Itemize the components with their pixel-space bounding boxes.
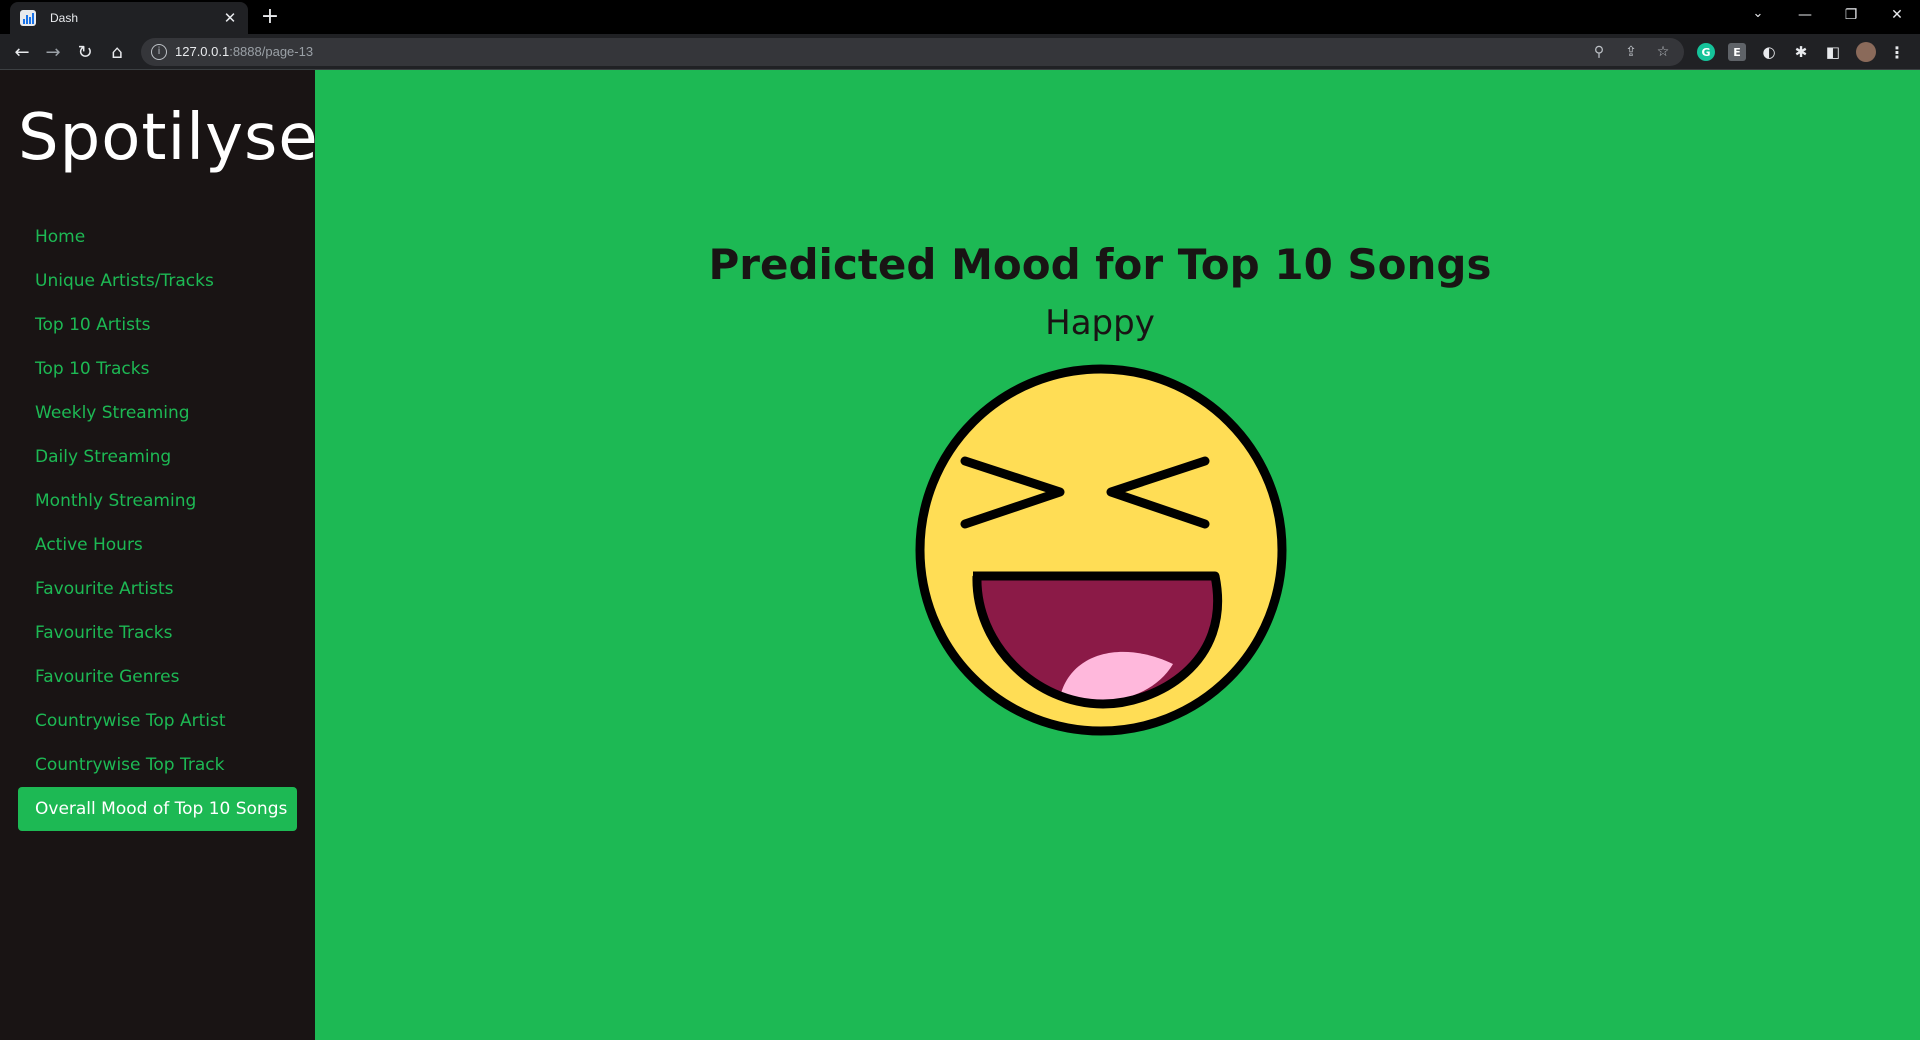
app-brand: Spotilyser	[18, 101, 346, 175]
sidebar-item-daily-streaming[interactable]: Daily Streaming	[18, 435, 297, 479]
sidebar-item-favourite-genres[interactable]: Favourite Genres	[18, 655, 297, 699]
new-tab-icon[interactable]: +	[258, 5, 282, 29]
bookmark-star-icon[interactable]: ☆	[1654, 43, 1672, 61]
sidebar-item-active-hours[interactable]: Active Hours	[18, 523, 297, 567]
extensions-puzzle-icon[interactable]: ✱	[1792, 43, 1810, 61]
main-content: Predicted Mood for Top 10 Songs Happy	[315, 70, 1920, 1040]
sidebar-item-top-10-tracks[interactable]: Top 10 Tracks	[18, 347, 297, 391]
browser-tab-strip: Dash ✕ + ⌄ — ❐ ✕	[0, 0, 1920, 34]
browser-menu-icon[interactable]: ⋮	[1888, 43, 1906, 62]
reload-icon[interactable]: ↻	[73, 40, 97, 64]
sidebar-item-countrywise-top-track[interactable]: Countrywise Top Track	[18, 743, 297, 787]
profile-avatar[interactable]	[1856, 42, 1876, 62]
sidebar-item-countrywise-top-artist[interactable]: Countrywise Top Artist	[18, 699, 297, 743]
sidebar-item-favourite-artists[interactable]: Favourite Artists	[18, 567, 297, 611]
address-bar[interactable]: i 127.0.0.1:8888/page-13 ⚲ ⇪ ☆	[141, 38, 1684, 66]
mood-label: Happy	[1045, 303, 1155, 343]
tab-search-icon[interactable]: ⌄	[1748, 6, 1768, 21]
forward-icon[interactable]: →	[41, 40, 65, 64]
browser-tab[interactable]: Dash ✕	[10, 2, 248, 34]
browser-toolbar: ← → ↻ ⌂ i 127.0.0.1:8888/page-13 ⚲ ⇪ ☆ G…	[0, 34, 1920, 70]
laughing-face-icon	[915, 364, 1287, 736]
sidebar: Spotilyser Home Unique Artists/Tracks Top …	[0, 70, 345, 1040]
sidebar-item-favourite-tracks[interactable]: Favourite Tracks	[18, 611, 297, 655]
sidebar-item-overall-mood-of-top-10-songs[interactable]: Overall Mood of Top 10 Songs	[18, 787, 297, 831]
sidebar-item-home[interactable]: Home	[18, 215, 297, 259]
site-info-icon[interactable]: i	[151, 44, 167, 60]
grammarly-extension-icon[interactable]: G	[1697, 43, 1715, 61]
window-close-icon[interactable]: ✕	[1874, 0, 1920, 30]
side-panel-icon[interactable]: ◧	[1824, 43, 1842, 61]
share-icon[interactable]: ⇪	[1622, 43, 1640, 61]
url-text: 127.0.0.1:8888/page-13	[175, 44, 314, 59]
sidebar-item-unique-artists-tracks[interactable]: Unique Artists/Tracks	[18, 259, 297, 303]
e-extension-icon[interactable]: E	[1728, 43, 1746, 61]
sidebar-item-monthly-streaming[interactable]: Monthly Streaming	[18, 479, 297, 523]
dash-favicon-icon	[20, 10, 36, 26]
tab-title: Dash	[50, 11, 79, 25]
back-icon[interactable]: ←	[10, 40, 34, 64]
home-icon[interactable]: ⌂	[105, 40, 129, 64]
sidebar-nav: Home Unique Artists/Tracks Top 10 Artists T…	[18, 215, 297, 831]
window-controls: — ❐ ✕	[1782, 0, 1920, 30]
minimize-icon[interactable]: —	[1782, 0, 1828, 30]
tab-close-icon[interactable]: ✕	[222, 9, 238, 27]
sidebar-item-top-10-artists[interactable]: Top 10 Artists	[18, 303, 297, 347]
zoom-icon[interactable]: ⚲	[1590, 43, 1608, 61]
restore-icon[interactable]: ❐	[1828, 0, 1874, 30]
dark-mode-extension-icon[interactable]: ◐	[1760, 43, 1778, 61]
page-title: Predicted Mood for Top 10 Songs	[708, 240, 1492, 289]
sidebar-item-weekly-streaming[interactable]: Weekly Streaming	[18, 391, 297, 435]
